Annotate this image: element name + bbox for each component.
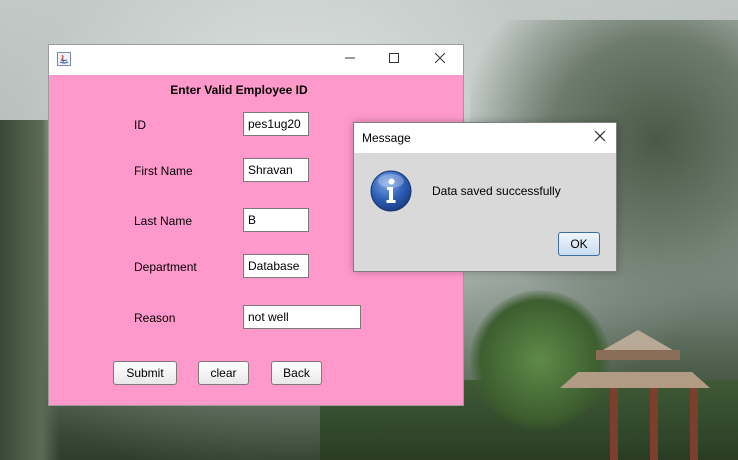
close-button[interactable]: [417, 45, 463, 75]
form-title: Enter Valid Employee ID: [170, 83, 308, 97]
pavilion-lower-roof: [560, 372, 710, 388]
minimize-button[interactable]: [327, 45, 373, 75]
id-field[interactable]: pes1ug20: [243, 112, 309, 136]
window-titlebar[interactable]: [49, 45, 463, 75]
dialog-close-button[interactable]: [584, 123, 616, 153]
pavilion-post: [610, 388, 618, 460]
info-icon: [369, 169, 413, 213]
minimize-icon: [344, 51, 356, 69]
first-name-field[interactable]: Shravan: [243, 158, 309, 182]
close-icon: [594, 129, 606, 147]
maximize-button[interactable]: [371, 45, 417, 75]
department-field[interactable]: Database: [243, 254, 309, 278]
maximize-icon: [388, 51, 400, 69]
pavilion-band: [596, 350, 680, 360]
back-button[interactable]: Back: [271, 361, 322, 385]
pavilion-post: [690, 388, 698, 460]
id-label: ID: [134, 118, 146, 132]
close-icon: [434, 51, 446, 69]
pavilion-post: [650, 388, 658, 460]
submit-button[interactable]: Submit: [113, 361, 177, 385]
last-name-label: Last Name: [134, 214, 193, 228]
message-dialog: Message Data saved successfully OK: [353, 122, 617, 272]
background-shrub: [470, 290, 610, 430]
dialog-message: Data saved successfully: [432, 184, 561, 198]
reason-label: Reason: [134, 311, 176, 325]
clear-button[interactable]: clear: [198, 361, 249, 385]
java-icon[interactable]: [57, 52, 71, 66]
reason-field[interactable]: not well: [243, 305, 361, 329]
department-label: Department: [134, 260, 197, 274]
dialog-title: Message: [362, 131, 411, 145]
last-name-field[interactable]: B: [243, 208, 309, 232]
first-name-label: First Name: [134, 164, 193, 178]
ok-button[interactable]: OK: [558, 232, 600, 256]
dialog-titlebar[interactable]: Message: [354, 123, 616, 153]
